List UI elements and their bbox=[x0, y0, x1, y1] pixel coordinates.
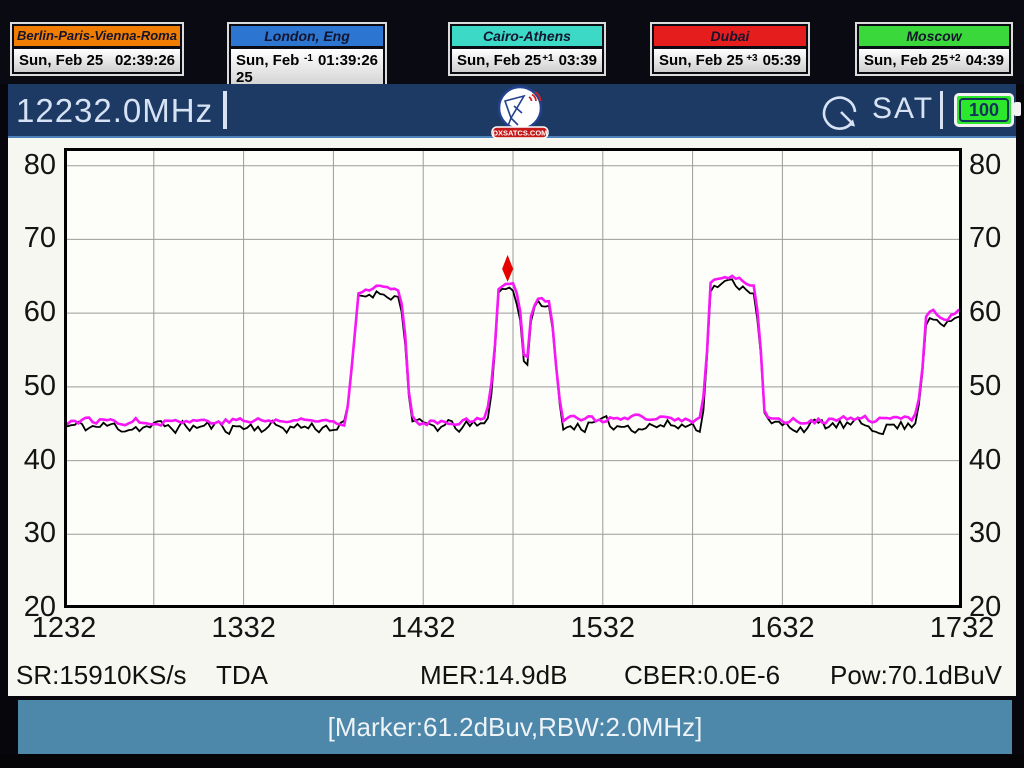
clock-moscow: Moscow Sun, Feb 25 +2 04:39 bbox=[855, 22, 1013, 76]
clock-city-label: London, Eng bbox=[231, 26, 383, 46]
y-axis-tick-label: 30 bbox=[969, 517, 1001, 550]
y-axis-tick-label: 30 bbox=[2, 517, 56, 550]
clock-utc-offset: +1 bbox=[542, 53, 553, 64]
clock-time: 01:39:26 bbox=[318, 52, 378, 69]
logo-text: DXSATCS.COM bbox=[493, 129, 548, 138]
mode-readout: TDA bbox=[216, 660, 268, 691]
clock-city-label: Berlin-Paris-Vienna-Roma bbox=[14, 26, 180, 46]
clock-time-row: Sun, Feb 25 +3 05:39 bbox=[654, 49, 806, 72]
clock-time: 02:39:26 bbox=[115, 52, 175, 69]
header-divider bbox=[940, 91, 943, 129]
marker-info-bar: [Marker:61.2dBuv,RBW:2.0MHz] bbox=[18, 700, 1012, 754]
mer-readout: MER:14.9dB bbox=[420, 660, 567, 691]
clock-time: 04:39 bbox=[966, 52, 1004, 69]
y-axis-tick-label: 50 bbox=[969, 370, 1001, 403]
clock-utc-offset: +2 bbox=[949, 53, 960, 64]
x-axis-tick-label: 1632 bbox=[750, 612, 815, 645]
y-axis-tick-label: 80 bbox=[2, 149, 56, 182]
y-axis-tick-label: 40 bbox=[2, 444, 56, 477]
marker-info-text: [Marker:61.2dBuv,RBW:2.0MHz] bbox=[328, 712, 703, 742]
dxsatcs-logo: DXSATCS.COM bbox=[491, 85, 549, 144]
symbol-rate-readout: SR:15910KS/s bbox=[16, 660, 187, 691]
clock-time: 03:39 bbox=[559, 52, 597, 69]
y-axis-tick-label: 40 bbox=[969, 444, 1001, 477]
battery-level: 100 bbox=[959, 98, 1009, 122]
clock-time-row: Sun, Feb 25 -1 01:39:26 bbox=[231, 49, 383, 89]
clock-dubai: Dubai Sun, Feb 25 +3 05:39 bbox=[650, 22, 810, 76]
cber-readout: CBER:0.0E-6 bbox=[624, 660, 780, 691]
y-axis-tick-label: 70 bbox=[969, 222, 1001, 255]
clock-london: London, Eng Sun, Feb 25 -1 01:39:26 bbox=[227, 22, 387, 93]
y-axis-tick-label: 20 bbox=[969, 591, 1001, 624]
y-axis-tick-label: 20 bbox=[2, 591, 56, 624]
clock-time-row: Sun, Feb 25 +2 04:39 bbox=[859, 49, 1009, 72]
clock-date: Sun, Feb 25 bbox=[864, 52, 948, 69]
y-axis-tick-label: 80 bbox=[969, 149, 1001, 182]
clock-date: Sun, Feb 25 bbox=[659, 52, 743, 69]
battery-indicator: 100 bbox=[954, 93, 1014, 127]
sat-mode-label: SAT bbox=[872, 92, 934, 126]
y-axis-tick-label: 50 bbox=[2, 370, 56, 403]
power-readout: Pow:70.1dBuV bbox=[830, 660, 1002, 691]
clock-time-row: Sun, Feb 25 +1 03:39 bbox=[452, 49, 602, 72]
satellite-dish-icon bbox=[820, 92, 864, 137]
frequency-display[interactable]: 12232.0MHz bbox=[16, 91, 227, 130]
clock-date: Sun, Feb 25 bbox=[236, 52, 304, 86]
clock-city-label: Moscow bbox=[859, 26, 1009, 46]
y-axis-tick-label: 60 bbox=[2, 296, 56, 329]
clock-berlin-paris-vienna-roma: Berlin-Paris-Vienna-Roma Sun, Feb 25 02:… bbox=[10, 22, 184, 76]
bottom-bezel bbox=[0, 754, 1024, 768]
world-clock-strip: Berlin-Paris-Vienna-Roma Sun, Feb 25 02:… bbox=[0, 0, 1024, 84]
clock-city-label: Dubai bbox=[654, 26, 806, 46]
frequency-header-bar: 12232.0MHz DXSATCS.COM bbox=[8, 84, 1016, 138]
clock-date: Sun, Feb 25 bbox=[457, 52, 541, 69]
x-axis-tick-label: 1532 bbox=[571, 612, 636, 645]
clock-city-label: Cairo-Athens bbox=[452, 26, 602, 46]
clock-cairo-athens: Cairo-Athens Sun, Feb 25 +1 03:39 bbox=[448, 22, 606, 76]
clock-date: Sun, Feb 25 bbox=[19, 52, 103, 69]
clock-time: 05:39 bbox=[763, 52, 801, 69]
text-cursor bbox=[223, 91, 227, 129]
x-axis-tick-label: 1332 bbox=[211, 612, 276, 645]
spectrum-chart bbox=[64, 148, 962, 608]
battery-nub bbox=[1014, 102, 1021, 116]
clock-utc-offset: -1 bbox=[304, 53, 313, 64]
y-axis-tick-label: 60 bbox=[969, 296, 1001, 329]
satellite-meter-screen: Berlin-Paris-Vienna-Roma Sun, Feb 25 02:… bbox=[0, 0, 1024, 768]
clock-time-row: Sun, Feb 25 02:39:26 bbox=[14, 49, 180, 72]
y-axis-tick-label: 70 bbox=[2, 222, 56, 255]
clock-utc-offset: +3 bbox=[746, 53, 757, 64]
x-axis-tick-label: 1432 bbox=[391, 612, 456, 645]
